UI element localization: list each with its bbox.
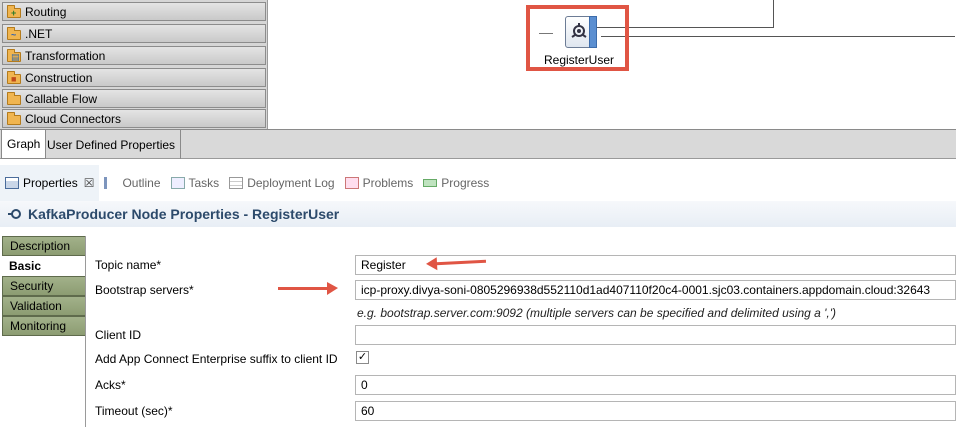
cloud-connectors-folder-icon — [6, 111, 22, 126]
tab-tasks[interactable]: Tasks — [166, 165, 225, 201]
drawer-label: Callable Flow — [25, 91, 98, 106]
progress-icon — [423, 179, 438, 187]
palette-drawer-routing[interactable]: + Routing — [2, 2, 266, 21]
suffix-label: Add App Connect Enterprise suffix to cli… — [95, 352, 338, 366]
tab-label: Deployment Log — [247, 176, 335, 190]
drawer-label: Routing — [25, 4, 67, 19]
palette-drawer-cloud-connectors[interactable]: Cloud Connectors — [2, 109, 266, 128]
drawer-label: Construction — [25, 70, 93, 85]
views-tab-bar: Properties ☒ Outline Tasks Deployment Lo… — [0, 165, 956, 201]
annotation-arrow-bootstrap — [278, 282, 338, 295]
acks-input[interactable]: 0 — [355, 375, 956, 395]
client-id-input[interactable] — [355, 325, 956, 345]
deployment-log-icon — [229, 177, 244, 189]
tab-label: Outline — [122, 176, 161, 190]
bootstrap-servers-label: Bootstrap servers* — [95, 283, 194, 297]
flow-canvas[interactable]: RegisterUser — [269, 0, 956, 129]
tasks-icon — [170, 177, 185, 189]
drawer-label: Transformation — [25, 48, 106, 63]
topic-name-input[interactable]: Register — [355, 255, 956, 275]
acks-label: Acks* — [95, 378, 126, 392]
ptab-label: Security — [10, 279, 54, 293]
ptab-security[interactable]: Security — [2, 276, 86, 296]
outline-icon — [104, 177, 118, 189]
properties-title-bar: KafkaProducer Node Properties - Register… — [0, 201, 956, 227]
tab-label: Progress — [441, 176, 490, 190]
tab-label: Graph — [7, 137, 41, 151]
tab-label: Tasks — [188, 176, 220, 190]
timeout-input[interactable]: 60 — [355, 401, 956, 421]
transformation-folder-icon: ▤ — [6, 48, 22, 63]
close-icon[interactable]: ☒ — [84, 176, 95, 190]
properties-icon — [5, 177, 19, 189]
palette-drawer-construction[interactable]: ■ Construction — [2, 68, 266, 87]
tab-outline[interactable]: Outline — [99, 165, 165, 201]
suffix-checkbox[interactable]: ✓ — [356, 351, 369, 364]
tab-graph[interactable]: Graph — [1, 130, 47, 159]
ptab-label: Basic — [9, 259, 42, 273]
properties-title: KafkaProducer Node Properties - Register… — [28, 206, 340, 222]
property-tabs: Description Basic Security Validation Mo… — [2, 236, 86, 336]
callable-flow-folder-icon — [6, 91, 22, 106]
property-tabs-divider — [85, 236, 86, 427]
ptab-validation[interactable]: Validation — [2, 296, 86, 316]
ptab-label: Monitoring — [10, 319, 67, 333]
ptab-label: Description — [10, 239, 71, 253]
ptab-monitoring[interactable]: Monitoring — [2, 316, 86, 336]
palette-drawer-callable-flow[interactable]: Callable Flow — [2, 89, 266, 108]
kafka-producer-icon — [8, 207, 22, 221]
node-label[interactable]: RegisterUser — [544, 53, 614, 67]
ptab-basic[interactable]: Basic — [2, 256, 86, 276]
ptab-description[interactable]: Description — [2, 236, 86, 256]
dotnet-folder-icon: ~ — [6, 26, 22, 41]
tab-user-defined-properties[interactable]: User Defined Properties — [42, 130, 182, 159]
node-output-terminal — [589, 16, 597, 48]
tab-label: Properties — [23, 176, 78, 190]
tab-label: User Defined Properties — [47, 137, 176, 152]
tab-problems[interactable]: Problems — [340, 165, 419, 201]
bootstrap-servers-hint: e.g. bootstrap.server.com:9092 (multiple… — [357, 306, 837, 320]
palette-drawer-dotnet[interactable]: ~ .NET — [2, 24, 266, 43]
drawer-label: Cloud Connectors — [25, 111, 122, 126]
ptab-label: Validation — [10, 299, 62, 313]
bootstrap-servers-input[interactable]: icp-proxy.divya-soni-0805296938d552110d1… — [355, 280, 956, 300]
palette-drawer-transformation[interactable]: ▤ Transformation — [2, 46, 266, 65]
tab-progress[interactable]: Progress — [418, 165, 494, 201]
tab-properties[interactable]: Properties ☒ — [0, 165, 100, 201]
drawer-label: .NET — [25, 26, 53, 41]
palette: + Routing ~ .NET ▤ Transformation ■ Cons… — [0, 0, 268, 129]
timeout-label: Timeout (sec)* — [95, 404, 173, 418]
routing-folder-icon: + — [6, 4, 22, 19]
topic-name-label: Topic name* — [95, 258, 162, 272]
construction-folder-icon: ■ — [6, 70, 22, 85]
client-id-label: Client ID — [95, 328, 142, 342]
problems-icon — [344, 177, 359, 189]
tab-label: Problems — [362, 176, 414, 190]
tab-deployment-log[interactable]: Deployment Log — [224, 165, 339, 201]
flow-output-connection — [601, 36, 955, 37]
editor-tabs: Graph User Defined Properties — [0, 129, 956, 159]
